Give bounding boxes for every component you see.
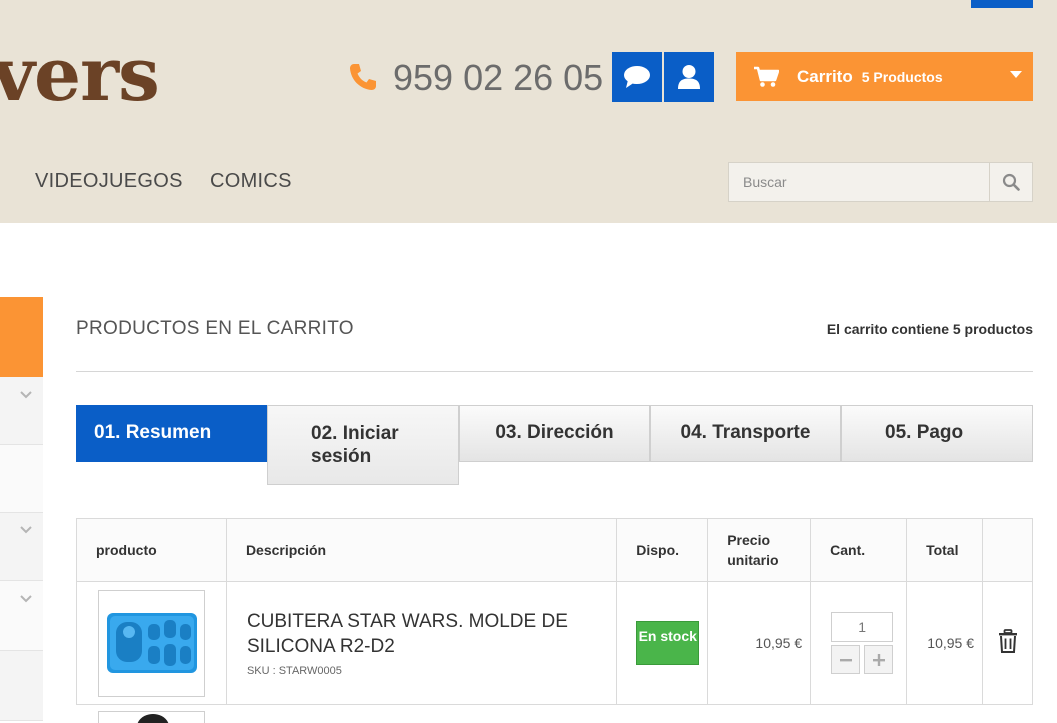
- product-sku: SKU : STARW0005: [246, 665, 342, 677]
- description-cell: CUBITERA STAR WARS. MOLDE DE SILICONA R2…: [225, 581, 618, 705]
- chevron-down-icon[interactable]: [1010, 71, 1022, 78]
- step-login[interactable]: 02. Iniciar sesión: [267, 405, 459, 485]
- step-payment[interactable]: 05. Pago: [841, 405, 1033, 462]
- site-logo[interactable]: vers: [0, 38, 160, 112]
- decrease-quantity-button[interactable]: [831, 645, 861, 674]
- contact-button[interactable]: [612, 52, 662, 102]
- step-summary[interactable]: 01. Resumen: [76, 405, 267, 462]
- col-quantity: Cant.: [810, 518, 908, 582]
- sidebar-item[interactable]: [0, 445, 43, 513]
- sidebar-item[interactable]: [0, 513, 43, 581]
- product-image: [137, 714, 169, 723]
- cart-summary: El carrito contiene 5 productos: [826, 321, 1033, 337]
- step-address[interactable]: 03. Dirección: [459, 405, 650, 462]
- cart-label: Carrito: [797, 66, 853, 86]
- search-button[interactable]: [989, 163, 1032, 201]
- top-blue-strip[interactable]: [971, 0, 1033, 8]
- user-icon: [678, 65, 700, 89]
- product-image-cell: [76, 581, 227, 705]
- sidebar-item[interactable]: [0, 377, 43, 445]
- step-shipping[interactable]: 04. Transporte: [650, 405, 841, 462]
- quantity-input[interactable]: [831, 612, 894, 642]
- sidebar-category-header[interactable]: [0, 297, 43, 377]
- product-name[interactable]: CUBITERA STAR WARS. MOLDE DE SILICONA R2…: [227, 609, 616, 659]
- chevron-down-icon: [20, 595, 32, 603]
- plus-icon: [872, 653, 885, 666]
- actions-cell: [982, 581, 1033, 705]
- row-total: 10,95 €: [906, 581, 984, 705]
- col-actions: [982, 518, 1033, 582]
- checkout-steps: 01. Resumen 02. Iniciar sesión 03. Direc…: [76, 405, 1033, 485]
- nav-videojuegos[interactable]: VIDEOJUEGOS: [35, 170, 183, 193]
- col-description: Descripción: [225, 518, 618, 582]
- search-box: [728, 162, 1033, 202]
- col-unit-price: Precio unitario: [707, 518, 812, 582]
- site-header: vers 959 02 26 05 Carrito 5 Productos VI…: [0, 0, 1057, 223]
- chevron-down-icon: [20, 391, 32, 399]
- col-availability: Dispo.: [616, 518, 709, 582]
- sidebar-item[interactable]: [0, 581, 43, 651]
- cart-table: producto Descripción Dispo. Precio unita…: [76, 518, 1033, 705]
- divider: [76, 371, 1033, 372]
- quantity-stepper: [831, 645, 906, 674]
- page-title: PRODUCTOS EN EL CARRITO: [76, 318, 354, 339]
- nav-comics[interactable]: COMICS: [210, 170, 292, 193]
- stock-badge: En stock: [636, 621, 700, 665]
- table-header-row: producto Descripción Dispo. Precio unita…: [76, 518, 1033, 582]
- cart-icon: [754, 66, 779, 87]
- unit-price: 10,95 €: [707, 581, 812, 705]
- product-image: [106, 613, 197, 673]
- table-row: CUBITERA STAR WARS. MOLDE DE SILICONA R2…: [76, 581, 1033, 705]
- product-thumbnail[interactable]: [98, 711, 205, 723]
- quantity-cell: [810, 581, 908, 705]
- phone-icon: [350, 64, 376, 90]
- chat-icon: [624, 66, 650, 88]
- trash-icon[interactable]: [998, 628, 1018, 653]
- search-input[interactable]: [729, 163, 989, 201]
- product-thumbnail[interactable]: [98, 589, 205, 697]
- phone-number[interactable]: 959 02 26 05: [393, 58, 603, 98]
- increase-quantity-button[interactable]: [864, 645, 894, 674]
- minus-icon: [839, 658, 852, 661]
- sidebar-item[interactable]: [0, 651, 43, 721]
- col-total: Total: [906, 518, 984, 582]
- cart-count: 5 Productos: [861, 68, 943, 85]
- cart-button[interactable]: Carrito 5 Productos: [736, 52, 1033, 101]
- search-icon: [1002, 173, 1020, 191]
- availability-cell: En stock: [616, 581, 709, 705]
- chevron-down-icon: [20, 526, 32, 534]
- account-button[interactable]: [664, 52, 714, 102]
- col-product: producto: [76, 518, 227, 582]
